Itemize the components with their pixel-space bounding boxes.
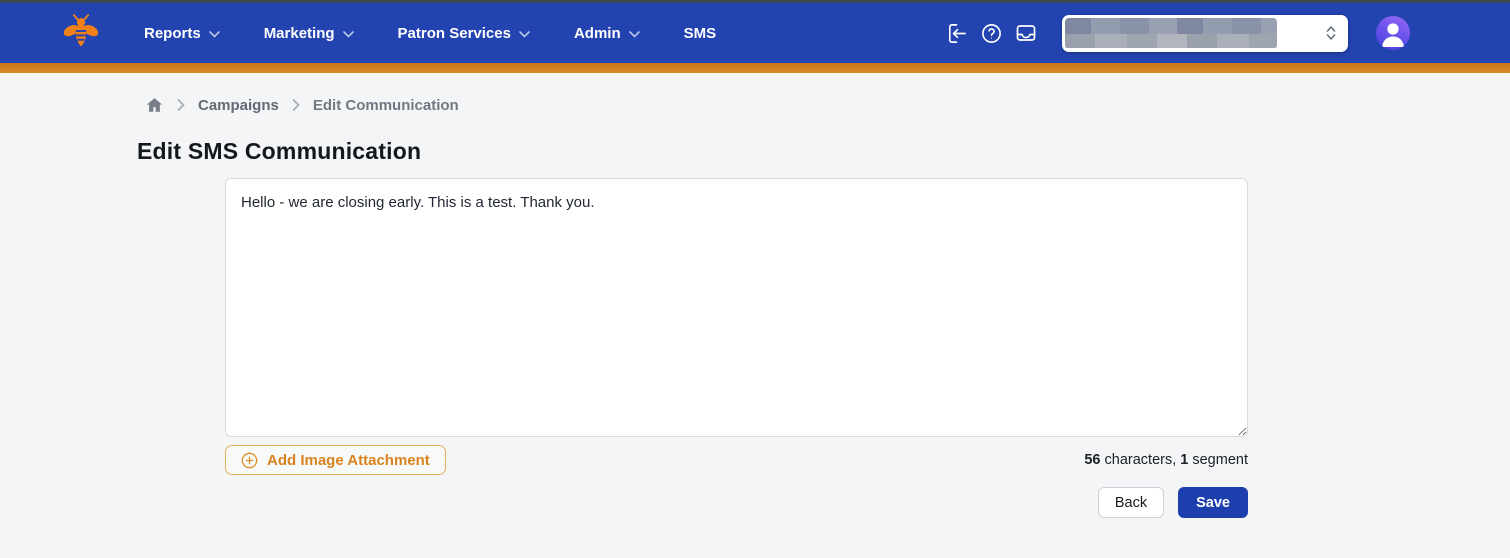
top-navbar: Reports Marketing Patron Services Admin …	[0, 3, 1510, 63]
main-nav: Reports Marketing Patron Services Admin …	[144, 25, 716, 42]
chevron-down-icon	[519, 30, 530, 38]
save-button[interactable]: Save	[1178, 487, 1248, 518]
nav-item-sms[interactable]: SMS	[684, 25, 717, 42]
home-icon[interactable]	[145, 96, 164, 114]
accent-bar	[0, 63, 1510, 73]
bee-logo-icon	[62, 11, 100, 56]
breadcrumb-campaigns[interactable]: Campaigns	[198, 97, 279, 114]
page: { "nav": { "items": [ {"label": "Reports…	[0, 0, 1510, 558]
breadcrumb-separator-icon	[292, 99, 300, 111]
person-icon	[1382, 23, 1404, 47]
help-icon[interactable]	[979, 21, 1003, 45]
segment-label: segment	[1188, 452, 1248, 468]
brand-logo[interactable]	[62, 11, 100, 56]
nav-item-label: Marketing	[263, 24, 335, 42]
page-title: Edit SMS Communication	[137, 138, 422, 164]
nav-item-marketing[interactable]: Marketing	[264, 25, 354, 42]
char-count-value: 56	[1084, 452, 1101, 468]
characters-label: characters,	[1100, 452, 1181, 468]
add-image-label: Add Image Attachment	[267, 451, 430, 469]
back-button[interactable]: Back	[1097, 487, 1165, 518]
nav-item-label: Patron Services	[397, 24, 511, 42]
select-stepper-icon	[1324, 15, 1338, 52]
account-select[interactable]	[1062, 14, 1348, 52]
nav-item-label: Reports	[144, 24, 201, 42]
add-image-attachment-button[interactable]: Add Image Attachment	[225, 445, 446, 475]
breadcrumb-current-page: Edit Communication	[312, 96, 459, 114]
breadcrumb-separator-icon	[177, 99, 185, 111]
logout-icon[interactable]	[944, 21, 968, 45]
chevron-down-icon	[342, 30, 354, 38]
nav-item-label: SMS	[683, 24, 717, 42]
nav-item-label: Admin	[573, 24, 621, 42]
redacted-account-name	[1065, 17, 1277, 49]
nav-item-reports[interactable]: Reports	[144, 25, 220, 42]
nav-item-admin[interactable]: Admin	[574, 25, 640, 42]
user-avatar[interactable]	[1376, 16, 1410, 50]
inbox-icon[interactable]	[1014, 21, 1038, 45]
message-textarea[interactable]: Hello - we are closing early. This is a …	[225, 178, 1248, 437]
character-count: 56 characters, 1 segment	[1084, 452, 1248, 468]
attachment-row: Add Image Attachment 56 characters, 1 se…	[225, 445, 1248, 475]
sms-form: Hello - we are closing early. This is a …	[225, 178, 1248, 518]
chevron-down-icon	[208, 30, 220, 38]
main-content: Campaigns Edit Communication Edit SMS Co…	[0, 73, 1510, 518]
nav-item-patron-services[interactable]: Patron Services	[398, 25, 530, 42]
plus-circle-icon	[241, 452, 258, 469]
navbar-right	[944, 14, 1510, 52]
action-buttons-row: Back Save	[225, 487, 1248, 518]
chevron-down-icon	[628, 30, 640, 38]
breadcrumb: Campaigns Edit Communication	[0, 73, 1510, 114]
